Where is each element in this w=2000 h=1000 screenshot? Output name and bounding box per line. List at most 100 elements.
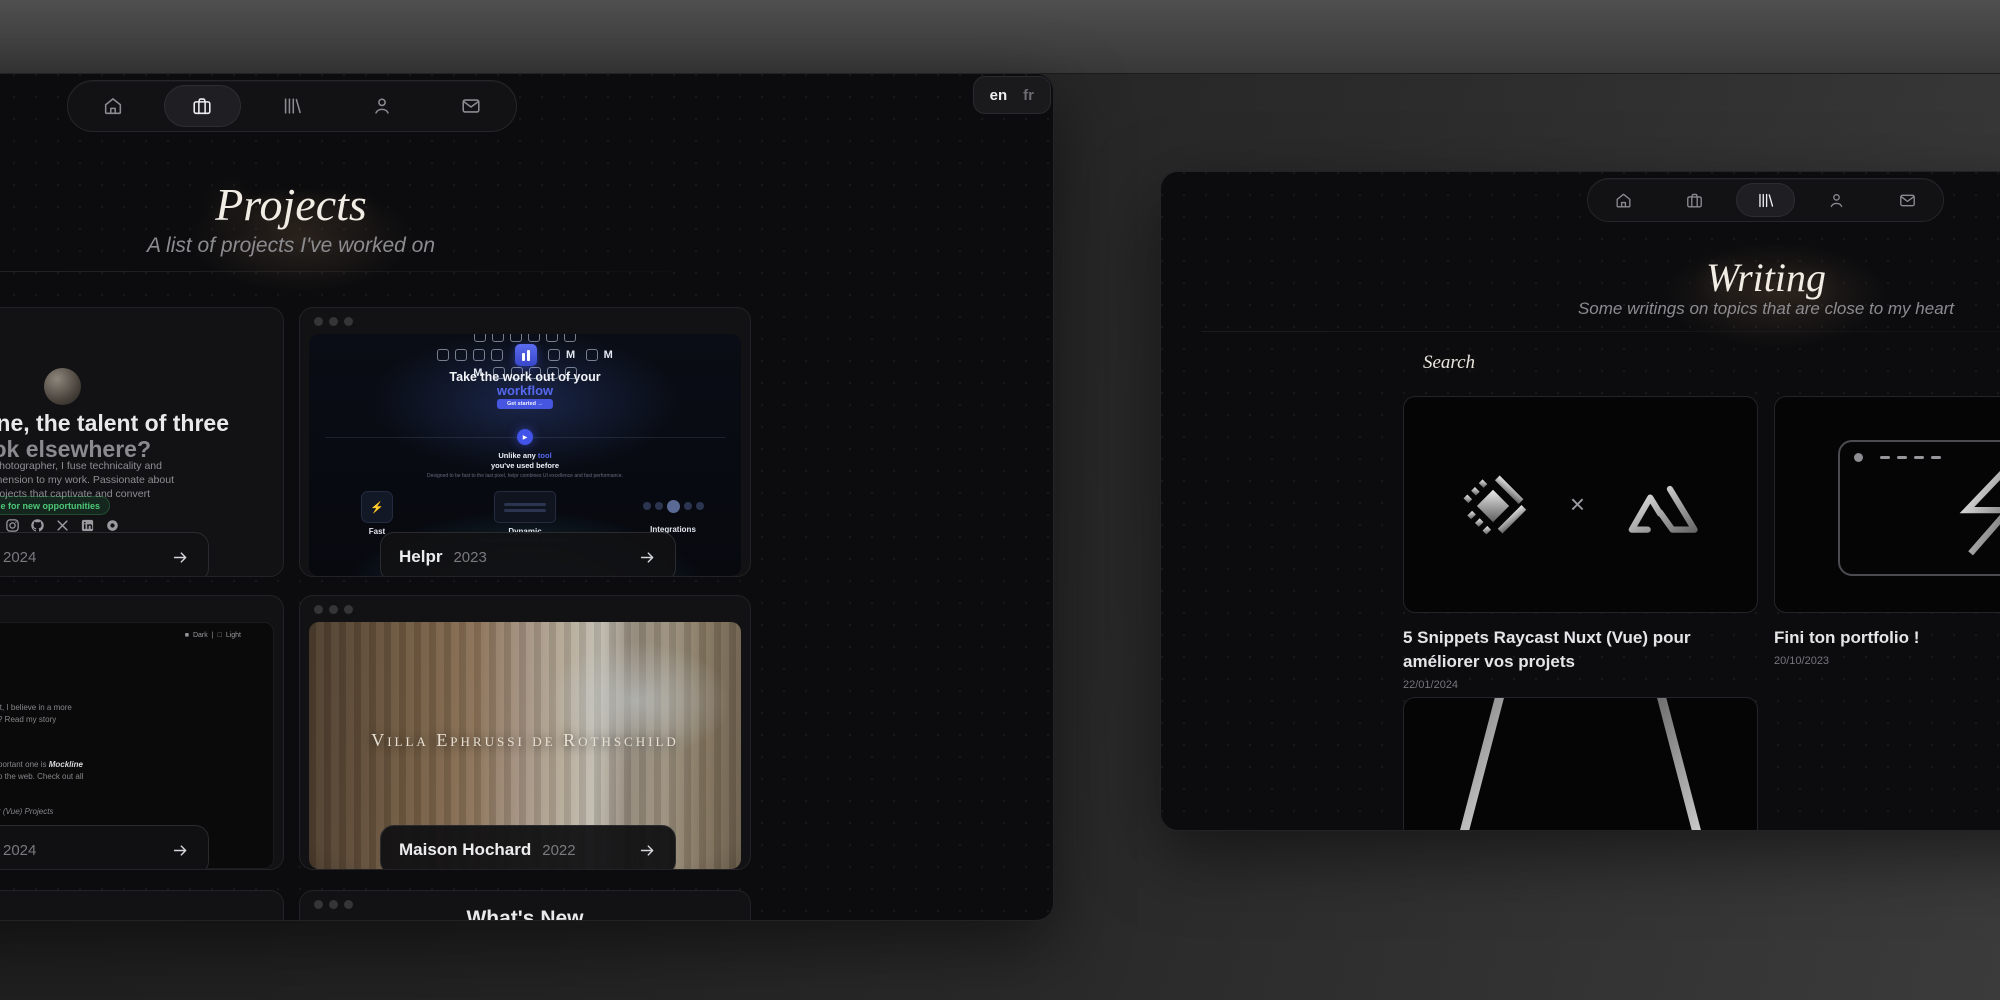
project-card-footer: 2024 [0,532,209,577]
project-name: Helpr [399,547,442,567]
article-title: Fini ton portfolio ! [1774,626,2000,650]
availability-badge: Available for new opportunities [0,496,110,515]
language-en[interactable]: en [990,87,1008,104]
app-icons-row: M M [309,344,741,366]
helpr-hero-highlight: workflow [309,383,741,398]
terminal-window-icon [1838,440,2000,576]
menu-dashes-icon [1880,456,1941,459]
header-divider [1201,331,2000,332]
article-title: 5 Snippets Raycast Nuxt (Vue) pour améli… [1403,626,1758,674]
darksite-text-line: o the web. Check out all [0,772,83,781]
search-input[interactable]: Search [1423,352,1475,374]
gmail-icon: M [566,349,575,361]
helpr-logo-icon [515,344,537,366]
nav-item-about[interactable] [1801,179,1872,221]
home-icon [1614,191,1633,210]
integration-dots-icon [643,491,704,521]
whatsnew-heading: What's New [300,907,750,921]
page-title: Projects [0,178,1053,231]
social-links [5,518,120,533]
social-dot-icon [105,518,120,533]
helpr-tagline-line1: Unlike any tool [309,451,741,460]
availability-label: Available for new opportunities [0,501,100,511]
arrow-right-icon[interactable] [171,548,190,567]
skeleton-card-icon [494,491,556,523]
nuxt-logo-icon [1619,473,1711,537]
article-cover: × [1403,396,1758,613]
project-card-helpr[interactable]: M M M Take the work out of your workflow… [299,307,751,577]
project-card-footer: Maison Hochard 2022 [380,825,676,870]
arrow-right-icon[interactable] [171,841,190,860]
instagram-icon [5,518,20,533]
gmail-icon: M [604,349,613,361]
project-card-footer: 2024 [0,825,209,870]
play-icon: ▶ [517,429,533,445]
helpr-hero-line1: Take the work out of your [309,370,741,384]
nav-item-home[interactable] [1588,179,1659,221]
screenshot-stage: en fr Projects A list of projects I've w… [0,0,2000,1000]
nav-item-writing[interactable] [1730,179,1801,221]
person-icon [1827,191,1846,210]
window-dots-icon [314,900,353,909]
nav-item-home[interactable] [68,81,158,131]
library-icon [281,95,303,117]
mail-icon [1898,191,1917,210]
profile-body-line1: t director and photographer, I fuse tech… [0,460,162,472]
briefcase-icon [1685,191,1704,210]
arrow-right-icon[interactable] [638,841,657,860]
lightning-icon: ⚡ [361,491,393,523]
darksite-text-line: portant one is Mockline [0,760,83,769]
nav-item-projects[interactable] [158,81,248,131]
projects-window: en fr Projects A list of projects I've w… [0,73,1054,921]
raycast-logo-icon [1450,462,1536,548]
github-icon [30,518,45,533]
profile-heading-line2: y look elsewhere? [0,436,151,463]
profile-body-line2: ring a unique dimension to my work. Pass… [0,474,174,486]
language-switcher: en fr [973,76,1051,114]
language-fr[interactable]: fr [1023,87,1034,104]
project-card-maison[interactable]: Villa Ephrussi de Rothschild Maison Hoch… [299,595,751,870]
profile-heading-line1: y of one, the talent of three [0,410,229,437]
linkedin-icon [80,518,95,533]
project-name: Maison Hochard [399,840,531,860]
project-card-profile[interactable]: y of one, the talent of three y look els… [0,307,284,577]
project-card-partial[interactable] [0,890,284,921]
briefcase-icon [191,95,213,117]
darksite-text-line: r (Vue) Projects [0,807,53,816]
window-dots-icon [314,605,353,614]
article-cover [1403,697,1758,831]
mail-icon [460,95,482,117]
arrow-right-icon[interactable] [638,548,657,567]
person-icon [371,95,393,117]
x-twitter-icon [55,518,70,533]
darksite-text-line: it, I believe in a more [0,703,72,712]
nav-item-writing[interactable] [247,81,337,131]
helpr-description: Designed to be fast to the last pixel, h… [309,473,741,479]
helpr-cta-button: Get started → [497,399,553,409]
nav-item-projects[interactable] [1659,179,1730,221]
avatar [44,368,81,405]
article-card-ladder[interactable] [1403,697,1758,831]
nav-item-contact[interactable] [426,81,516,131]
nav-item-contact[interactable] [1872,179,1943,221]
header-divider [0,271,669,272]
page-subtitle: Some writings on topics that are close t… [1161,299,2000,319]
article-card-portfolio[interactable]: Fini ton portfolio ! 20/10/2023 [1774,396,2000,667]
project-year: 2024 [3,549,36,566]
helpr-tagline-line2: you've used before [309,461,741,470]
window-dots-icon [314,317,353,326]
project-card-darksite[interactable]: ■ Dark | □ Light it, I believe in a more… [0,595,284,870]
project-card-whatsnew[interactable]: What's New [299,890,751,921]
window-dot-icon [1854,453,1863,462]
page-subtitle: A list of projects I've worked on [0,234,1053,258]
desktop-top-band [0,0,2000,74]
article-card-raycast-nuxt[interactable]: × 5 Snippets Raycast Nuxt (Vue) pour amé… [1403,396,1758,691]
home-icon [102,95,124,117]
article-cover [1774,396,2000,613]
ladder-icon [1404,697,1757,831]
maison-overlay-title: Villa Ephrussi de Rothschild [309,730,741,751]
main-nav [67,80,517,132]
project-card-footer: Helpr 2023 [380,532,676,577]
square-empty-icon: □ [218,632,222,639]
nav-item-about[interactable] [337,81,427,131]
